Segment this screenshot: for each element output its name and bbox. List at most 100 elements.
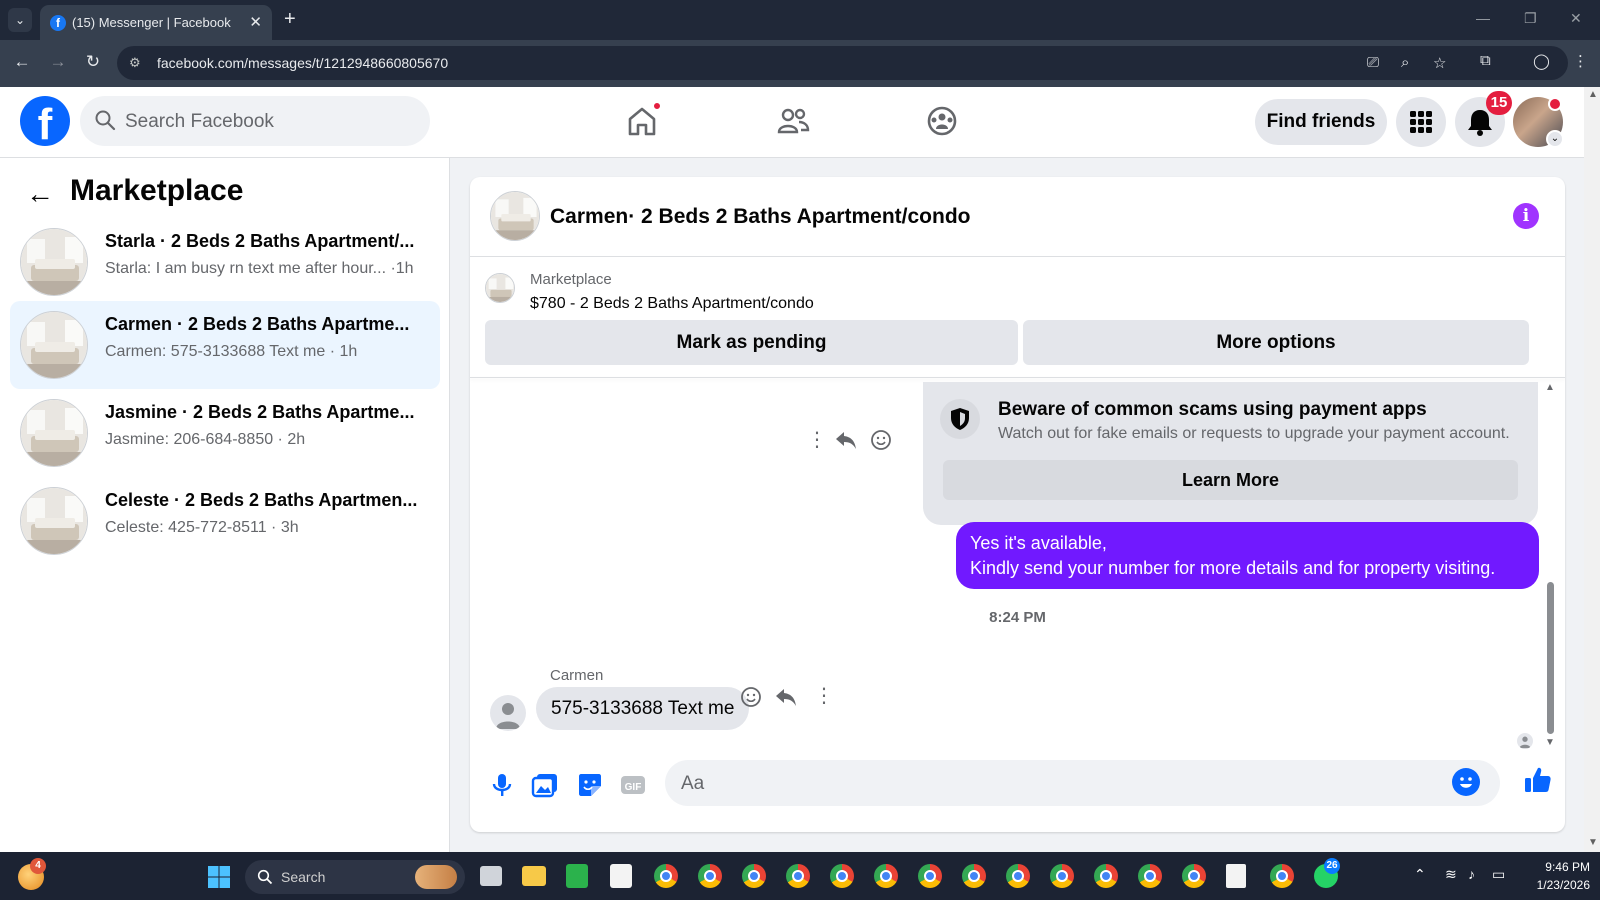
scroll-down-icon[interactable]: ▼	[1545, 737, 1555, 748]
wifi-icon[interactable]: ≋	[1445, 866, 1457, 883]
scroll-down-icon[interactable]: ▼	[1588, 837, 1598, 848]
tab-title: (15) Messenger | Facebook	[72, 15, 231, 30]
scrollbar-thumb[interactable]	[1547, 582, 1554, 734]
groups-icon[interactable]	[922, 101, 962, 141]
forward-icon[interactable]: →	[48, 52, 68, 72]
page-scrollbar[interactable]: ▲ ▼	[1584, 87, 1600, 852]
mark-as-pending-button[interactable]: Mark as pending	[485, 320, 1018, 365]
windows-start-icon[interactable]	[207, 865, 231, 889]
app-icon[interactable]	[566, 864, 588, 888]
conversation-item[interactable]: Starla · 2 Beds 2 Baths Apartment/... St…	[10, 218, 440, 306]
show-hidden-icons-chevron-up-icon[interactable]: ⌃	[1414, 866, 1426, 883]
task-view-icon[interactable]	[480, 866, 502, 886]
sticker-icon[interactable]	[575, 770, 605, 800]
like-thumbs-up-icon[interactable]	[1522, 764, 1554, 796]
reply-icon[interactable]	[775, 687, 797, 707]
conversation-item[interactable]: Jasmine · 2 Beds 2 Baths Apartme... Jasm…	[10, 389, 440, 477]
chat-scrollbar[interactable]: ▲ ▼	[1544, 382, 1556, 750]
browser-menu-icon[interactable]: ⋮	[1573, 52, 1588, 70]
react-emoji-icon[interactable]	[740, 686, 762, 708]
sender-name: Carmen	[550, 667, 604, 684]
conversation-item-active[interactable]: Carmen · 2 Beds 2 Baths Apartme... Carme…	[10, 301, 440, 389]
reply-icon[interactable]	[835, 430, 857, 450]
whatsapp-badge: 26	[1324, 858, 1340, 874]
chrome-icon[interactable]	[698, 864, 722, 888]
message-input[interactable]: Aa	[665, 760, 1500, 806]
chrome-icon[interactable]	[742, 864, 766, 888]
chrome-icon[interactable]	[962, 864, 986, 888]
close-window-icon[interactable]: ✕	[1570, 10, 1582, 27]
volume-icon[interactable]: ♪	[1468, 866, 1475, 882]
menu-grid-button[interactable]	[1396, 97, 1446, 147]
install-app-icon[interactable]: ⎚	[1367, 54, 1379, 71]
more-actions-icon[interactable]: ⋮	[814, 683, 834, 708]
taskbar-search[interactable]: Search	[245, 860, 465, 894]
marketplace-listing-thumbnail	[485, 273, 515, 303]
snipping-tool-icon[interactable]	[1226, 864, 1246, 888]
battery-icon[interactable]: ▭	[1492, 866, 1505, 883]
back-icon[interactable]: ←	[12, 52, 32, 72]
chrome-icon[interactable]	[874, 864, 898, 888]
outgoing-message-line: Kindly send your number for more details…	[970, 558, 1496, 578]
facebook-logo-icon[interactable]: f	[20, 96, 70, 146]
bookmark-star-icon[interactable]: ☆	[1433, 54, 1446, 72]
microphone-icon[interactable]	[487, 770, 517, 800]
chrome-icon[interactable]	[1138, 864, 1162, 888]
minimize-icon[interactable]: —	[1476, 10, 1490, 26]
listing-price-title[interactable]: $780 - 2 Beds 2 Baths Apartment/condo	[530, 295, 814, 313]
chrome-icon[interactable]	[1182, 864, 1206, 888]
tab-close-icon[interactable]: ✕	[249, 13, 262, 31]
back-arrow-icon[interactable]: ←	[26, 178, 54, 210]
chat-listing-thumbnail[interactable]	[490, 191, 540, 241]
taskbar-date[interactable]: 1/23/2026	[1520, 878, 1590, 892]
chrome-icon[interactable]	[918, 864, 942, 888]
conversation-item[interactable]: Celeste · 2 Beds 2 Baths Apartmen... Cel…	[10, 477, 440, 565]
new-tab-icon[interactable]: +	[284, 8, 296, 31]
chrome-icon[interactable]	[1006, 864, 1030, 888]
site-info-icon[interactable]: ⚙	[129, 55, 141, 71]
chrome-icon[interactable]	[830, 864, 854, 888]
more-options-button[interactable]: More options	[1023, 320, 1529, 365]
friends-icon[interactable]	[773, 101, 813, 141]
gif-icon[interactable]: GIF	[618, 770, 648, 800]
incoming-message-bubble[interactable]: 575-3133688 Text me	[536, 687, 750, 730]
search-facebook-input[interactable]: Search Facebook	[80, 96, 430, 146]
chrome-icon[interactable]	[1050, 864, 1074, 888]
chrome-icon[interactable]	[654, 864, 678, 888]
chat-title[interactable]: Carmen· 2 Beds 2 Baths Apartment/condo	[550, 205, 970, 229]
restore-icon[interactable]: ❐	[1524, 10, 1537, 27]
reload-icon[interactable]: ↻	[83, 52, 103, 72]
info-icon[interactable]: i	[1513, 203, 1539, 229]
react-emoji-icon[interactable]	[870, 429, 892, 451]
chrome-icon[interactable]	[1270, 864, 1294, 888]
tab-search-icon[interactable]: ⌄	[8, 8, 32, 32]
grid-icon	[1410, 111, 1432, 133]
account-chevron-down-icon[interactable]: ⌄	[1546, 130, 1564, 148]
scroll-up-icon[interactable]: ▲	[1545, 382, 1555, 393]
emoji-icon[interactable]	[1452, 768, 1480, 796]
conversation-name: Celeste · 2 Beds 2 Baths Apartmen...	[105, 490, 418, 510]
url-text: facebook.com/messages/t/1212948660805670	[157, 55, 449, 71]
zoom-icon[interactable]: ⌕	[1401, 54, 1409, 71]
more-actions-icon[interactable]: ⋮	[807, 427, 827, 452]
chrome-icon[interactable]	[1094, 864, 1118, 888]
taskbar-time[interactable]: 9:46 PM	[1530, 860, 1590, 874]
browser-tab-bar: ⌄ f (15) Messenger | Facebook ✕ + — ❐ ✕	[0, 0, 1600, 40]
profile-icon[interactable]: ◯	[1533, 52, 1550, 70]
search-placeholder: Search Facebook	[125, 111, 274, 132]
learn-more-button[interactable]: Learn More	[943, 460, 1518, 500]
search-icon	[95, 110, 116, 131]
find-friends-button[interactable]: Find friends	[1255, 99, 1387, 145]
listing-thumbnail	[20, 311, 88, 379]
browser-tab[interactable]: f (15) Messenger | Facebook ✕	[40, 5, 272, 40]
photo-icon[interactable]	[530, 770, 560, 800]
scroll-up-icon[interactable]: ▲	[1588, 89, 1598, 100]
microsoft-store-icon[interactable]	[610, 864, 632, 888]
conversation-snippet: Starla: I am busy rn text me after hour.…	[105, 260, 414, 277]
file-explorer-icon[interactable]	[522, 866, 546, 886]
sender-avatar[interactable]	[490, 695, 526, 731]
chrome-icon[interactable]	[786, 864, 810, 888]
outgoing-message-bubble[interactable]: Yes it's available, Kindly send your num…	[956, 522, 1539, 589]
address-bar[interactable]: ⚙ facebook.com/messages/t/12129486608056…	[117, 46, 1568, 80]
extensions-icon[interactable]: ⧉	[1480, 52, 1491, 69]
